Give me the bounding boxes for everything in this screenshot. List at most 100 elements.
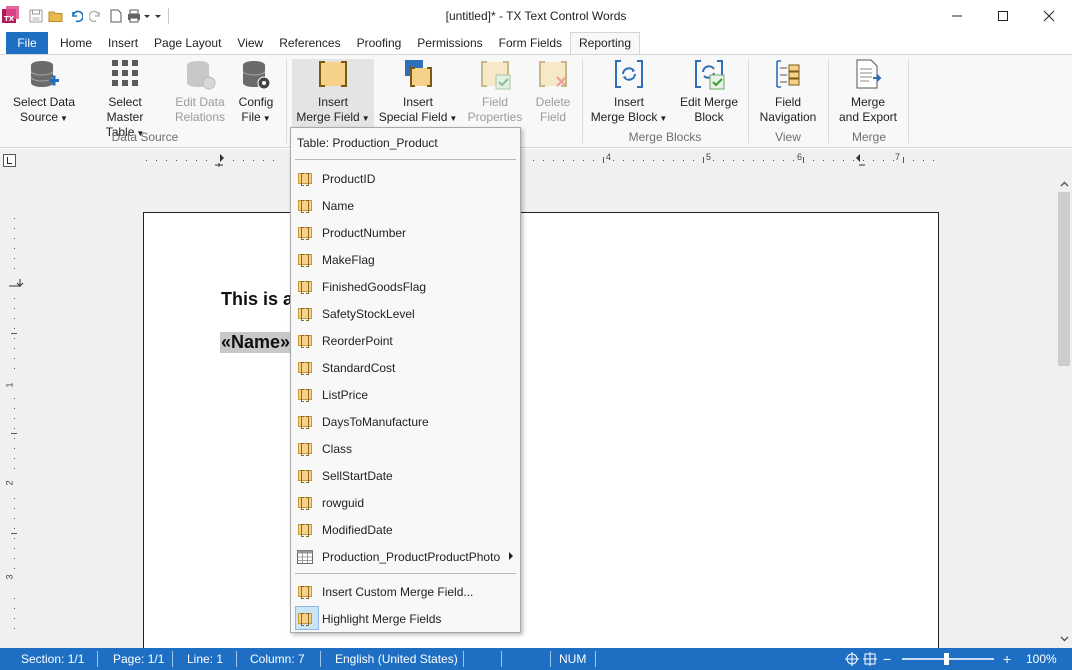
menu-item-field[interactable]: MakeFlag — [293, 246, 518, 273]
tab-reporting[interactable]: Reporting — [570, 32, 641, 54]
field-navigation-label-2: Navigation — [759, 110, 817, 124]
merge-field-icon — [298, 227, 312, 240]
tab-file[interactable]: File — [6, 32, 48, 54]
tab-references[interactable]: References — [271, 32, 348, 54]
merge-field-icon — [298, 416, 312, 429]
menu-item-label: Name — [322, 198, 355, 213]
field-navigation-button[interactable]: Field Navigation — [754, 59, 822, 129]
menu-item-label: StandardCost — [322, 360, 396, 375]
menu-item-sub-table[interactable]: Production_ProductProductPhoto — [293, 543, 518, 570]
scroll-thumb[interactable] — [1058, 192, 1070, 366]
menu-item-label: Insert Custom Merge Field... — [322, 584, 474, 599]
edit-merge-block-button[interactable]: Edit Merge Block — [674, 59, 744, 129]
menu-item-field[interactable]: ListPrice — [293, 381, 518, 408]
tab-permissions[interactable]: Permissions — [409, 32, 490, 54]
view-mode-icon[interactable] — [844, 651, 878, 670]
menu-item-label: Class — [322, 441, 353, 456]
merge-field-name[interactable]: «Name» — [220, 332, 292, 353]
menu-item-field[interactable]: ReorderPoint — [293, 327, 518, 354]
insert-merge-field-button[interactable]: Insert Merge Field ▼ — [292, 59, 374, 129]
field-properties-button[interactable]: Field Properties — [464, 59, 526, 129]
vertical-ruler[interactable]: 1 2 3 — [0, 173, 26, 648]
editing-area: 1 2 3 This is a «Name» — [0, 173, 1056, 648]
group-label-merge-blocks: Merge Blocks — [628, 130, 702, 144]
select-master-table-label-1: Select — [108, 95, 142, 109]
status-language[interactable]: English (United States) — [335, 648, 458, 670]
menu-item-field[interactable]: ProductID — [293, 165, 518, 192]
menu-item-field[interactable]: StandardCost — [293, 354, 518, 381]
merge-field-icon — [316, 59, 350, 91]
special-field-icon — [401, 59, 435, 91]
status-column: Column: 7 — [250, 652, 305, 666]
close-button[interactable] — [1026, 0, 1072, 32]
menu-item-field[interactable]: Name — [293, 192, 518, 219]
vertical-scrollbar[interactable] — [1056, 173, 1072, 648]
menu-item-label: SafetyStockLevel — [322, 306, 415, 321]
merge-field-icon — [298, 362, 312, 375]
edit-merge-block-label-2: Block — [694, 110, 724, 124]
menu-item-field[interactable]: Class — [293, 435, 518, 462]
zoom-slider-thumb[interactable] — [944, 653, 949, 665]
status-separator — [550, 651, 551, 667]
ruler-row: 4 5 6 7 — [0, 149, 1072, 173]
maximize-button[interactable] — [980, 0, 1026, 32]
config-file-button[interactable]: Config File ▼ — [234, 59, 278, 129]
insert-merge-block-button[interactable]: Insert Merge Block ▼ — [588, 59, 670, 129]
merge-and-export-button[interactable]: Merge and Export — [834, 59, 902, 129]
field-navigation-label-1: Field — [774, 95, 801, 109]
database-config-icon — [239, 59, 273, 91]
document-page[interactable]: This is a «Name» — [143, 212, 939, 648]
scroll-up-icon[interactable] — [1056, 176, 1072, 192]
tab-form-fields[interactable]: Form Fields — [491, 32, 570, 54]
merge-field-icon — [298, 524, 312, 537]
status-separator — [595, 651, 596, 667]
chevron-down-icon: ▼ — [659, 114, 668, 123]
zoom-out-button[interactable]: − — [883, 648, 891, 670]
edit-data-relations-button[interactable]: Edit Data Relations — [170, 59, 230, 129]
horizontal-ruler[interactable]: 4 5 6 7 — [143, 152, 938, 169]
tab-home[interactable]: Home — [52, 32, 100, 54]
menu-item-field[interactable]: FinishedGoodsFlag — [293, 273, 518, 300]
insert-merge-block-label-2: Merge Block — [590, 110, 658, 124]
insert-special-field-button[interactable]: Insert Special Field ▼ — [378, 59, 458, 129]
merge-field-icon — [298, 470, 312, 483]
menu-item-field[interactable]: SellStartDate — [293, 462, 518, 489]
menu-item-label: ProductID — [322, 171, 376, 186]
merge-field-icon — [298, 173, 312, 186]
config-file-label-2: File — [241, 110, 261, 124]
scroll-down-icon[interactable] — [1056, 631, 1072, 647]
ruler-number: 4 — [606, 152, 612, 162]
tab-page-layout[interactable]: Page Layout — [146, 32, 229, 54]
tab-insert[interactable]: Insert — [100, 32, 146, 54]
insert-merge-block-label-1: Insert — [613, 95, 644, 109]
chevron-down-icon: ▼ — [361, 114, 370, 123]
menu-item-field[interactable]: rowguid — [293, 489, 518, 516]
tab-view[interactable]: View — [229, 32, 271, 54]
insert-custom-merge-field-item[interactable]: Insert Custom Merge Field... — [293, 578, 518, 605]
menu-item-label: ReorderPoint — [322, 333, 393, 348]
delete-field-button[interactable]: Delete Field — [528, 59, 578, 129]
insert-merge-field-label-1: Insert — [317, 95, 348, 109]
title-bar: TX [untitled]* - TX Text Control Words — [0, 0, 1072, 32]
select-master-table-button[interactable]: Select Master Table ▼ — [86, 59, 164, 139]
menu-item-field[interactable]: DaysToManufacture — [293, 408, 518, 435]
menu-item-label: MakeFlag — [322, 252, 375, 267]
zoom-in-button[interactable]: + — [1003, 648, 1011, 670]
menu-item-field[interactable]: SafetyStockLevel — [293, 300, 518, 327]
status-separator — [320, 651, 321, 667]
menu-item-field[interactable]: ModifiedDate — [293, 516, 518, 543]
select-data-source-button[interactable]: Select Data Source ▼ — [8, 59, 80, 129]
tab-stop-selector[interactable] — [3, 154, 16, 167]
tab-proofing[interactable]: Proofing — [349, 32, 410, 54]
merge-field-icon — [298, 254, 312, 267]
group-separator — [748, 59, 749, 143]
menu-item-field[interactable]: ProductNumber — [293, 219, 518, 246]
highlight-merge-fields-item[interactable]: Highlight Merge Fields — [293, 605, 518, 632]
delete-field-label-1: Delete — [535, 95, 571, 109]
minimize-button[interactable] — [934, 0, 980, 32]
menu-divider — [295, 573, 516, 574]
document-text[interactable]: This is a — [221, 289, 293, 310]
table-icon — [297, 549, 313, 564]
zoom-level[interactable]: 100% — [1026, 648, 1057, 670]
delete-field-icon — [536, 59, 570, 91]
